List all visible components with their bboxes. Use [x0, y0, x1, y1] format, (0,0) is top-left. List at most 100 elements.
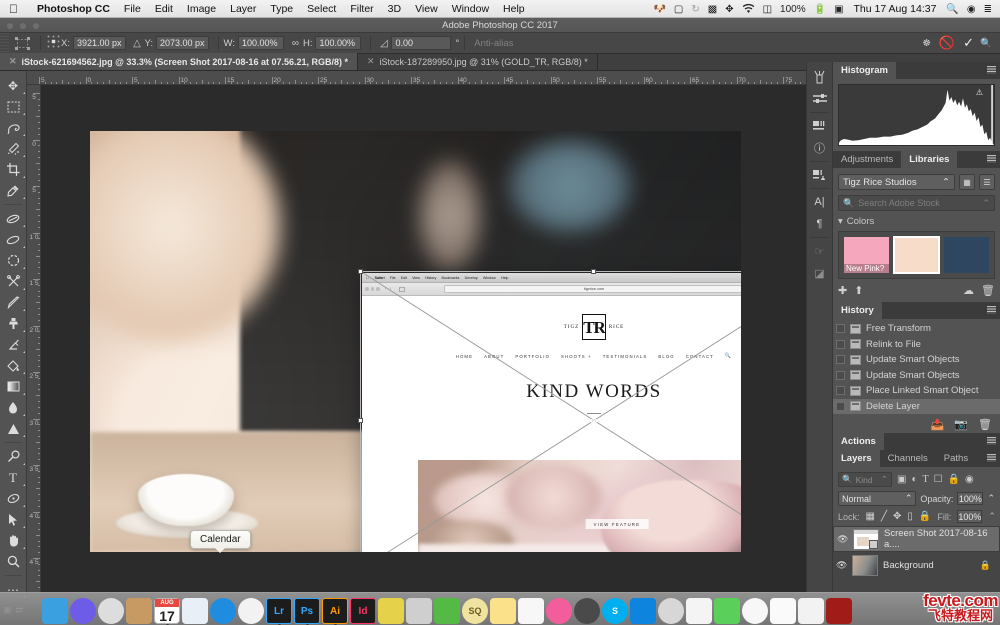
menu-window[interactable]: Window [445, 3, 496, 15]
stamp-tool[interactable] [0, 250, 26, 271]
tab-channels[interactable]: Channels [880, 450, 936, 467]
menu-layer[interactable]: Layer [223, 3, 263, 15]
x-input[interactable]: 3921.00 px [73, 36, 126, 50]
minimize-button[interactable] [19, 22, 27, 30]
eyedropper-tool[interactable] [0, 180, 26, 201]
dock-item-photo-booth[interactable] [238, 598, 264, 624]
w-input[interactable]: 100.00% [238, 36, 284, 50]
search-icon[interactable]: 🔍 [980, 38, 992, 49]
rectangular-marquee-tool[interactable] [0, 96, 26, 117]
menu-type[interactable]: Type [263, 3, 300, 15]
filter-smart-object-icon[interactable]: 🔒 [948, 474, 960, 485]
menu-bar-clock[interactable]: Thu 17 Aug 14:37 [848, 3, 943, 15]
close-icon[interactable]: ✕ [9, 56, 17, 67]
properties-panel-icon[interactable] [807, 164, 832, 186]
tab-histogram[interactable]: Histogram [833, 62, 896, 79]
anti-alias-checkbox-label[interactable]: Anti-alias [474, 38, 513, 49]
tab-history[interactable]: History [833, 302, 882, 319]
menu-file[interactable]: File [117, 3, 148, 15]
vertical-ruler[interactable]: 5051 01 52 02 53 03 54 04 5 [27, 85, 41, 592]
paragraph-panel-icon[interactable]: ¶ [807, 213, 832, 235]
trash-icon[interactable]: 🗑 [981, 284, 995, 297]
eraser-tool[interactable] [0, 334, 26, 355]
paint-bucket-tool[interactable] [0, 355, 26, 376]
dock-item-calendar[interactable]: AUG17 [154, 598, 180, 624]
menu-image[interactable]: Image [180, 3, 223, 15]
menu-edit[interactable]: Edit [148, 3, 180, 15]
commit-transform-icon[interactable]: ✓ [963, 35, 974, 51]
uncached-refresh-warning-icon[interactable]: ⚠ [976, 88, 983, 97]
dock-item-messages[interactable] [714, 598, 740, 624]
history-state-marker[interactable] [836, 355, 845, 364]
timemachine-icon[interactable]: ↻ [687, 4, 703, 15]
horizontal-type-tool[interactable]: T [0, 467, 26, 488]
tab-adjustments[interactable]: Adjustments [833, 151, 901, 168]
cancel-transform-icon[interactable]: 🚫 [939, 35, 955, 51]
free-transform-preset-icon[interactable] [9, 37, 35, 50]
lock-all-icon[interactable]: 🔒 [919, 511, 931, 522]
spotlight-search-icon[interactable]: 🔍 [942, 4, 962, 15]
dock-item-notes[interactable] [490, 598, 516, 624]
pen-tool[interactable] [0, 446, 26, 467]
close-button[interactable] [6, 22, 14, 30]
bluetooth-icon[interactable]: ✥ [721, 4, 737, 15]
clone-stamp-tool[interactable] [0, 313, 26, 334]
filter-adjustment-icon[interactable]: ◐ [911, 474, 917, 485]
add-element-icon[interactable]: ✚ [838, 284, 847, 297]
history-state-row[interactable]: Update Smart Objects [833, 352, 1000, 368]
search-input[interactable]: Search Adobe Stock [858, 198, 978, 208]
display-icon[interactable]: ▢ [670, 4, 687, 15]
filter-toggle-icon[interactable]: ◉ [965, 474, 974, 485]
reference-point-icon[interactable] [46, 35, 61, 51]
dock-item-mail[interactable] [182, 598, 208, 624]
quick-selection-tool[interactable] [0, 138, 26, 159]
opacity-input[interactable]: 100% [957, 492, 983, 505]
history-state-marker[interactable] [836, 402, 845, 411]
filter-pixel-icon[interactable]: ▣ [897, 474, 906, 485]
maintain-aspect-ratio-icon[interactable]: ∞ [288, 38, 303, 49]
tab-layers[interactable]: Layers [833, 450, 880, 467]
shape-blob-tool[interactable] [0, 488, 26, 509]
character-panel-icon[interactable]: A| [807, 191, 832, 213]
chevron-down-icon[interactable]: ⌃ [988, 511, 996, 522]
lock-transparent-pixels-icon[interactable]: ▦ [866, 511, 875, 522]
dock-item-reminders[interactable] [798, 598, 824, 624]
doc-tab-istock-621694562[interactable]: ✕ iStock-621694562.jpg @ 33.3% (Screen S… [0, 53, 358, 70]
chevron-down-icon[interactable]: ⌃ [982, 198, 990, 209]
grid-view-icon[interactable]: ▦ [959, 174, 975, 190]
canvas-area[interactable]:  Safari File Edit View History Bookmark… [41, 85, 806, 592]
filter-shape-icon[interactable]: ☐ [934, 474, 943, 485]
paragraph-styles-panel-icon[interactable]: ◪ [807, 262, 832, 284]
history-state-row[interactable]: Free Transform [833, 321, 1000, 337]
zoom-button[interactable] [32, 22, 40, 30]
dock-item-photos[interactable] [770, 598, 796, 624]
panel-menu-icon[interactable] [987, 454, 996, 462]
dock-item-contacts[interactable] [126, 598, 152, 624]
dock-item-sketch[interactable] [742, 598, 768, 624]
brush-settings-panel-icon[interactable] [807, 88, 832, 110]
lock-icon[interactable]: 🔒 [980, 560, 991, 571]
dock-item-bridge[interactable] [406, 598, 432, 624]
menu-help[interactable]: Help [496, 3, 532, 15]
crop-tool[interactable] [0, 159, 26, 180]
dock-item-skype[interactable]: S [602, 598, 628, 624]
dock-item-illustrator[interactable]: Ai [322, 598, 348, 624]
dock-item-sublime-text[interactable] [378, 598, 404, 624]
tab-actions[interactable]: Actions [833, 433, 884, 450]
dock-item-pages[interactable] [686, 598, 712, 624]
history-state-row[interactable]: Place Linked Smart Object [833, 383, 1000, 399]
colors-section-header[interactable]: ▾ Colors [838, 216, 995, 227]
menu-select[interactable]: Select [300, 3, 343, 15]
dock-item-quicktime[interactable] [574, 598, 600, 624]
options-bar-grip[interactable] [0, 33, 9, 54]
dock-item-acrobat[interactable] [826, 598, 852, 624]
create-snapshot-icon[interactable]: 📷 [954, 418, 968, 431]
create-document-from-state-icon[interactable]: 📤 [931, 418, 945, 431]
lasso-tool[interactable] [0, 117, 26, 138]
airplay-icon[interactable]: ◫ [759, 4, 776, 15]
history-brush-tool[interactable] [0, 271, 26, 292]
notification-center-icon[interactable]: ≣ [980, 4, 996, 15]
evernote-icon[interactable]: 🐶 [649, 4, 669, 15]
lock-image-pixels-icon[interactable]: ╱ [881, 511, 887, 522]
horizontal-ruler[interactable]: 5051015202530354045505560657075 [27, 71, 806, 85]
